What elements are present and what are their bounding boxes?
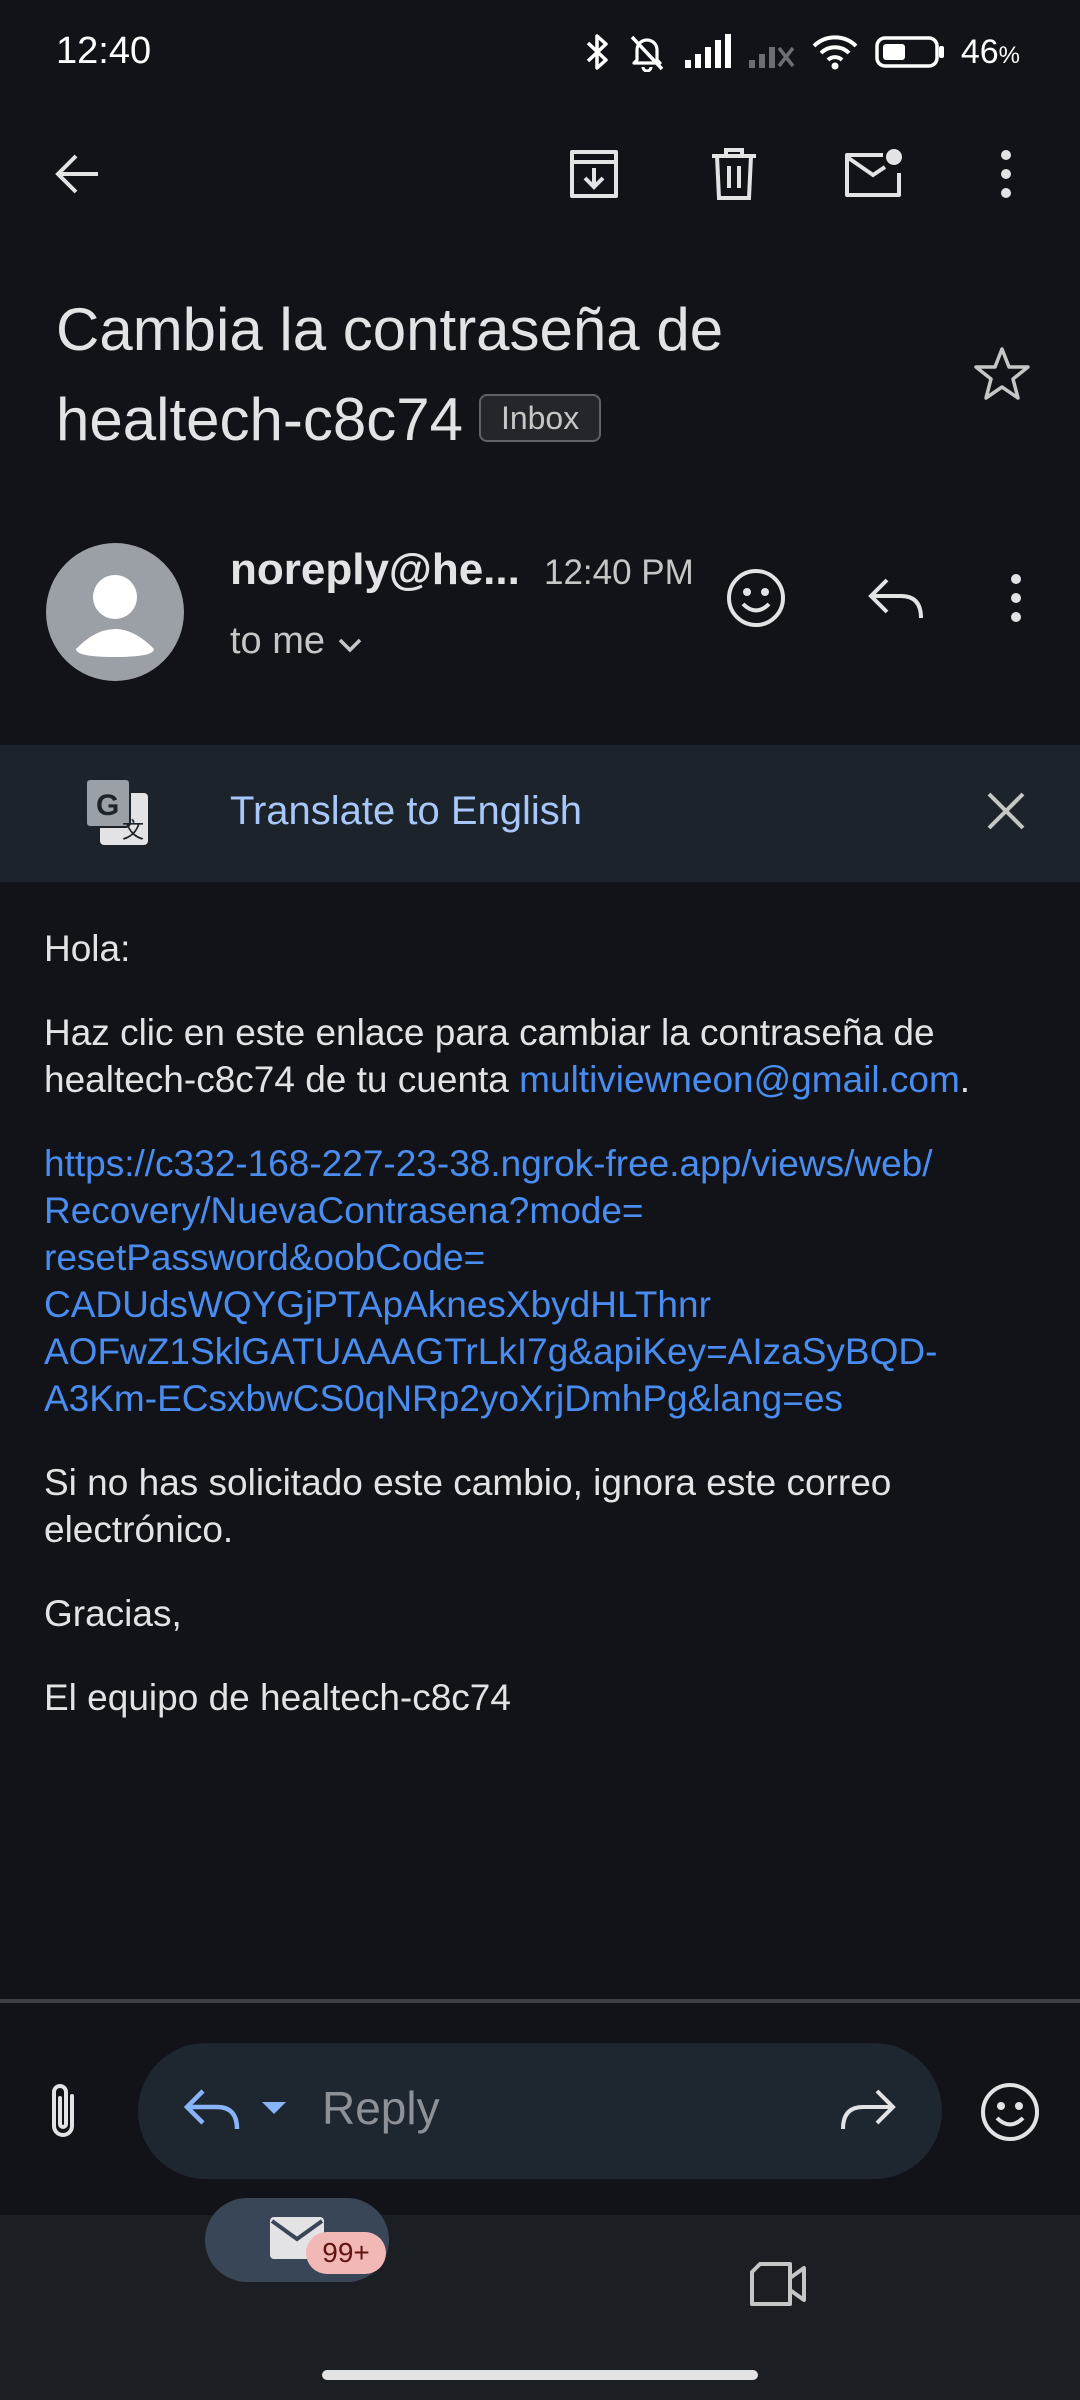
more-vert-icon xyxy=(999,149,1013,204)
video-camera-icon xyxy=(748,2260,808,2313)
archive-button[interactable] xyxy=(556,138,632,214)
recipient-details-toggle[interactable]: to me xyxy=(230,620,363,663)
sender-name[interactable]: noreply@he... xyxy=(230,545,520,595)
mark-unread-button[interactable] xyxy=(836,138,912,214)
translate-icon: G文 xyxy=(82,775,152,851)
greeting: Hola: xyxy=(44,928,131,969)
delete-button[interactable] xyxy=(696,138,772,214)
forward-button[interactable] xyxy=(830,2073,906,2149)
reply-input[interactable]: Reply xyxy=(322,2081,440,2135)
unread-count-badge: 99+ xyxy=(306,2232,386,2274)
email-time: 12:40 PM xyxy=(544,553,694,592)
archive-icon xyxy=(566,146,622,207)
star-button[interactable] xyxy=(964,338,1040,414)
sender-more-button[interactable] xyxy=(978,562,1054,638)
reply-composer[interactable]: Reply xyxy=(138,2043,942,2179)
top-app-bar xyxy=(0,120,1080,230)
battery-percentage: 46% xyxy=(960,32,1020,71)
reply-type-dropdown[interactable] xyxy=(256,2095,292,2125)
mark-unread-icon xyxy=(843,147,905,206)
emoji-button[interactable] xyxy=(970,2074,1050,2154)
close-translate-button[interactable] xyxy=(968,775,1044,851)
reply-button[interactable] xyxy=(858,562,934,638)
emoji-icon xyxy=(979,2081,1041,2148)
more-options-button[interactable] xyxy=(968,138,1044,214)
reset-password-link[interactable]: https://c332-168-227-23-38.ngrok-free.ap… xyxy=(44,1140,1024,1422)
subject-text: Cambia la contraseña de healtech-c8c74 xyxy=(56,296,724,453)
close-icon xyxy=(985,790,1027,837)
translate-to-english-link[interactable]: Translate to English xyxy=(230,789,582,834)
composer-divider xyxy=(0,1999,1080,2003)
add-reaction-button[interactable] xyxy=(718,562,794,638)
status-time: 12:40 xyxy=(56,30,152,72)
bell-off-icon xyxy=(627,32,667,72)
signal-icon xyxy=(683,34,731,70)
signal-no-service-icon xyxy=(747,34,795,70)
back-arrow-icon xyxy=(52,148,104,205)
recipient-text: to me xyxy=(230,620,326,662)
wifi-icon xyxy=(811,33,859,71)
thanks-text: Gracias, xyxy=(44,1593,182,1634)
emoji-icon xyxy=(725,567,787,634)
account-email-link[interactable]: multiviewneon@gmail.com xyxy=(519,1059,960,1100)
svg-text:文: 文 xyxy=(122,818,144,843)
status-bar: 12:40 46% xyxy=(0,0,1080,105)
sender-avatar[interactable] xyxy=(46,543,184,681)
reply-icon xyxy=(867,574,925,627)
signature-text: El equipo de healtech-c8c74 xyxy=(44,1677,511,1718)
inbox-label-chip[interactable]: Inbox xyxy=(478,394,602,443)
bluetooth-icon xyxy=(585,32,611,72)
attach-button[interactable] xyxy=(26,2076,102,2152)
ignore-notice: Si no has solicitado este cambio, ignora… xyxy=(44,1462,892,1550)
email-body: Hola: Haz clic en este enlace para cambi… xyxy=(44,925,1024,1758)
star-icon xyxy=(973,346,1031,407)
more-vert-icon xyxy=(1009,573,1023,628)
reply-icon xyxy=(183,2085,241,2138)
forward-icon xyxy=(839,2085,897,2138)
chevron-down-icon xyxy=(337,620,363,663)
home-indicator[interactable] xyxy=(322,2370,758,2380)
email-subject: Cambia la contraseña de healtech-c8c74 In… xyxy=(56,285,956,465)
body-paragraph-link: Haz clic en este enlace para cambiar la … xyxy=(44,1012,971,1100)
back-button[interactable] xyxy=(40,138,116,214)
attachment-icon xyxy=(44,2080,84,2149)
email-view-screen: 12:40 46% Cambia la contraseña de healte… xyxy=(0,0,1080,2400)
caret-down-icon xyxy=(260,2100,288,2121)
person-icon xyxy=(76,575,154,657)
nav-meet-tab[interactable] xyxy=(740,2248,816,2324)
svg-text:G: G xyxy=(96,789,119,822)
reply-type-button[interactable] xyxy=(174,2073,250,2149)
battery-icon xyxy=(875,35,945,69)
status-icons: 46% xyxy=(585,28,1020,76)
translate-banner: G文 Translate to English xyxy=(0,745,1080,882)
delete-icon xyxy=(709,146,759,207)
